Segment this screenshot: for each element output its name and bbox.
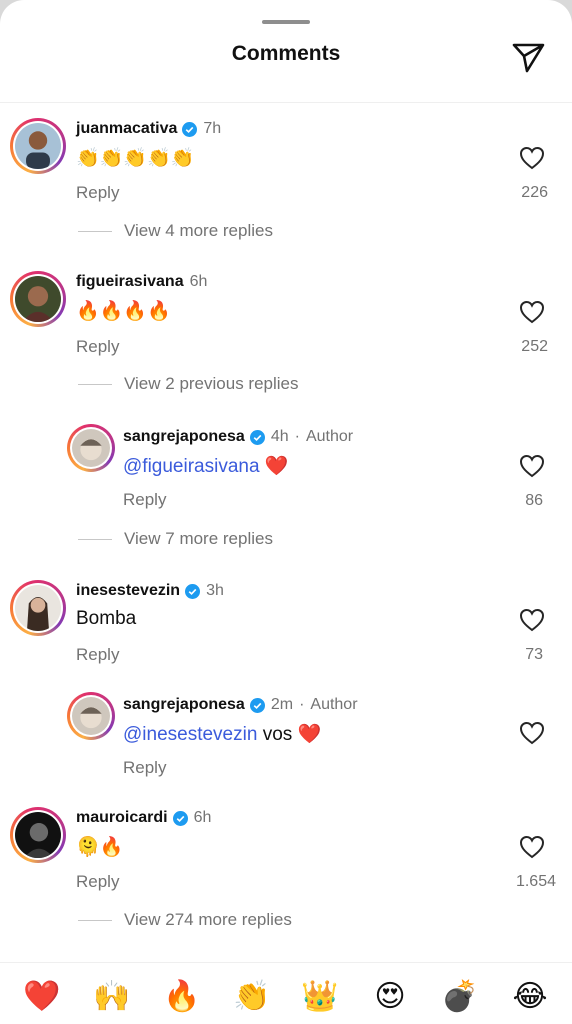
thread-line bbox=[78, 919, 112, 921]
heart-icon[interactable] bbox=[519, 300, 545, 324]
like-count: 86 bbox=[525, 492, 543, 509]
thread-line bbox=[78, 230, 112, 232]
bomb-emoji-button[interactable]: 💣 bbox=[440, 977, 480, 1017]
meta-separator: · bbox=[299, 696, 305, 713]
comment-text: @inesestevezin vos ❤️ bbox=[123, 722, 321, 746]
verified-badge-icon bbox=[172, 810, 188, 826]
send-icon[interactable] bbox=[510, 40, 546, 74]
view-replies-label: View 2 previous replies bbox=[124, 374, 299, 393]
view-replies-button[interactable]: View 4 more replies bbox=[78, 221, 273, 241]
like-count: 252 bbox=[521, 338, 548, 355]
comment-time: 4h bbox=[270, 428, 289, 445]
page-title: Comments bbox=[231, 42, 341, 65]
comment-time: 3h bbox=[206, 582, 224, 599]
reply-button[interactable]: Reply bbox=[123, 758, 166, 778]
comment-time: 2m bbox=[270, 696, 294, 713]
heart-eyes-emoji-button[interactable]: 😍 bbox=[370, 977, 410, 1017]
comment-username[interactable]: sangrejaponesa bbox=[123, 696, 245, 714]
comment-text: @figueirasivana ❤️ bbox=[123, 454, 288, 478]
verified-badge-icon bbox=[249, 429, 265, 445]
reply-button[interactable]: Reply bbox=[76, 183, 119, 203]
heart-icon[interactable] bbox=[519, 835, 545, 859]
mention-link[interactable]: @inesestevezin bbox=[123, 724, 257, 745]
thread-line bbox=[78, 538, 112, 540]
fire-emoji-button[interactable]: 🔥 bbox=[162, 977, 202, 1017]
comment-time: 6h bbox=[189, 273, 208, 290]
comment-username[interactable]: juanmacativa bbox=[76, 120, 177, 138]
sheet-grabber[interactable] bbox=[262, 20, 310, 24]
view-replies-button[interactable]: View 2 previous replies bbox=[78, 374, 299, 394]
reply-button[interactable]: Reply bbox=[123, 490, 166, 510]
meta-separator: · bbox=[294, 428, 300, 445]
crown-emoji-button[interactable]: 👑 bbox=[300, 977, 340, 1017]
verified-badge-icon bbox=[185, 583, 201, 599]
quick-reaction-bar: ❤️ 🙌 🔥 👏 👑 😍 💣 😂 bbox=[0, 962, 572, 1024]
view-replies-button[interactable]: View 7 more replies bbox=[78, 529, 273, 549]
verified-badge-icon bbox=[249, 697, 265, 713]
like-count: 1.654 bbox=[515, 873, 556, 890]
laughing-emoji-button[interactable]: 😂 bbox=[510, 977, 550, 1017]
comment-time: 7h bbox=[203, 120, 222, 137]
view-replies-label: View 4 more replies bbox=[124, 221, 273, 240]
comment-username[interactable]: figueirasivana bbox=[76, 273, 184, 291]
heart-icon[interactable] bbox=[519, 721, 545, 745]
avatar[interactable] bbox=[10, 271, 66, 327]
avatar[interactable] bbox=[67, 692, 115, 740]
reply-button[interactable]: Reply bbox=[76, 645, 119, 665]
heart-icon[interactable] bbox=[519, 454, 545, 478]
heart-icon[interactable] bbox=[519, 146, 545, 170]
view-replies-label: View 7 more replies bbox=[124, 529, 273, 548]
avatar[interactable] bbox=[67, 424, 115, 472]
mention-link[interactable]: @figueirasivana bbox=[123, 456, 260, 477]
comment-text: 🔥🔥🔥🔥 bbox=[76, 301, 171, 322]
comments-sheet: Comments juanmacativa 7h 👏👏👏👏👏 Reply 226… bbox=[0, 0, 572, 1024]
comment-text: 👏👏👏👏👏 bbox=[76, 148, 195, 169]
view-replies-label: View 274 more replies bbox=[124, 910, 292, 929]
heart-emoji-button[interactable]: ❤️ bbox=[22, 977, 62, 1017]
comment-text: 🫠🔥 bbox=[76, 837, 124, 858]
avatar[interactable] bbox=[10, 807, 66, 863]
raising-hands-emoji-button[interactable]: 🙌 bbox=[92, 977, 132, 1017]
reply-button[interactable]: Reply bbox=[76, 872, 119, 892]
header-divider bbox=[0, 102, 572, 103]
like-count: 73 bbox=[525, 646, 543, 663]
verified-badge-icon bbox=[182, 121, 198, 137]
comment-time: 6h bbox=[193, 809, 212, 826]
reply-button[interactable]: Reply bbox=[76, 337, 119, 357]
comment-text: Bomba bbox=[76, 608, 137, 629]
avatar[interactable] bbox=[10, 118, 66, 174]
thread-line bbox=[78, 383, 112, 385]
author-tag: Author bbox=[310, 696, 358, 713]
view-replies-button[interactable]: View 274 more replies bbox=[78, 910, 292, 930]
avatar[interactable] bbox=[10, 580, 66, 636]
like-count: 226 bbox=[521, 184, 548, 201]
comment-text-rest: vos ❤️ bbox=[257, 724, 322, 745]
comment-username[interactable]: mauroicardi bbox=[76, 809, 168, 827]
heart-icon[interactable] bbox=[519, 608, 545, 632]
author-tag: Author bbox=[305, 428, 354, 445]
comment-text-rest: ❤️ bbox=[259, 456, 289, 477]
comment-username[interactable]: sangrejaponesa bbox=[123, 428, 245, 446]
clapping-emoji-button[interactable]: 👏 bbox=[232, 977, 272, 1017]
comment-username[interactable]: inesestevezin bbox=[76, 582, 180, 600]
